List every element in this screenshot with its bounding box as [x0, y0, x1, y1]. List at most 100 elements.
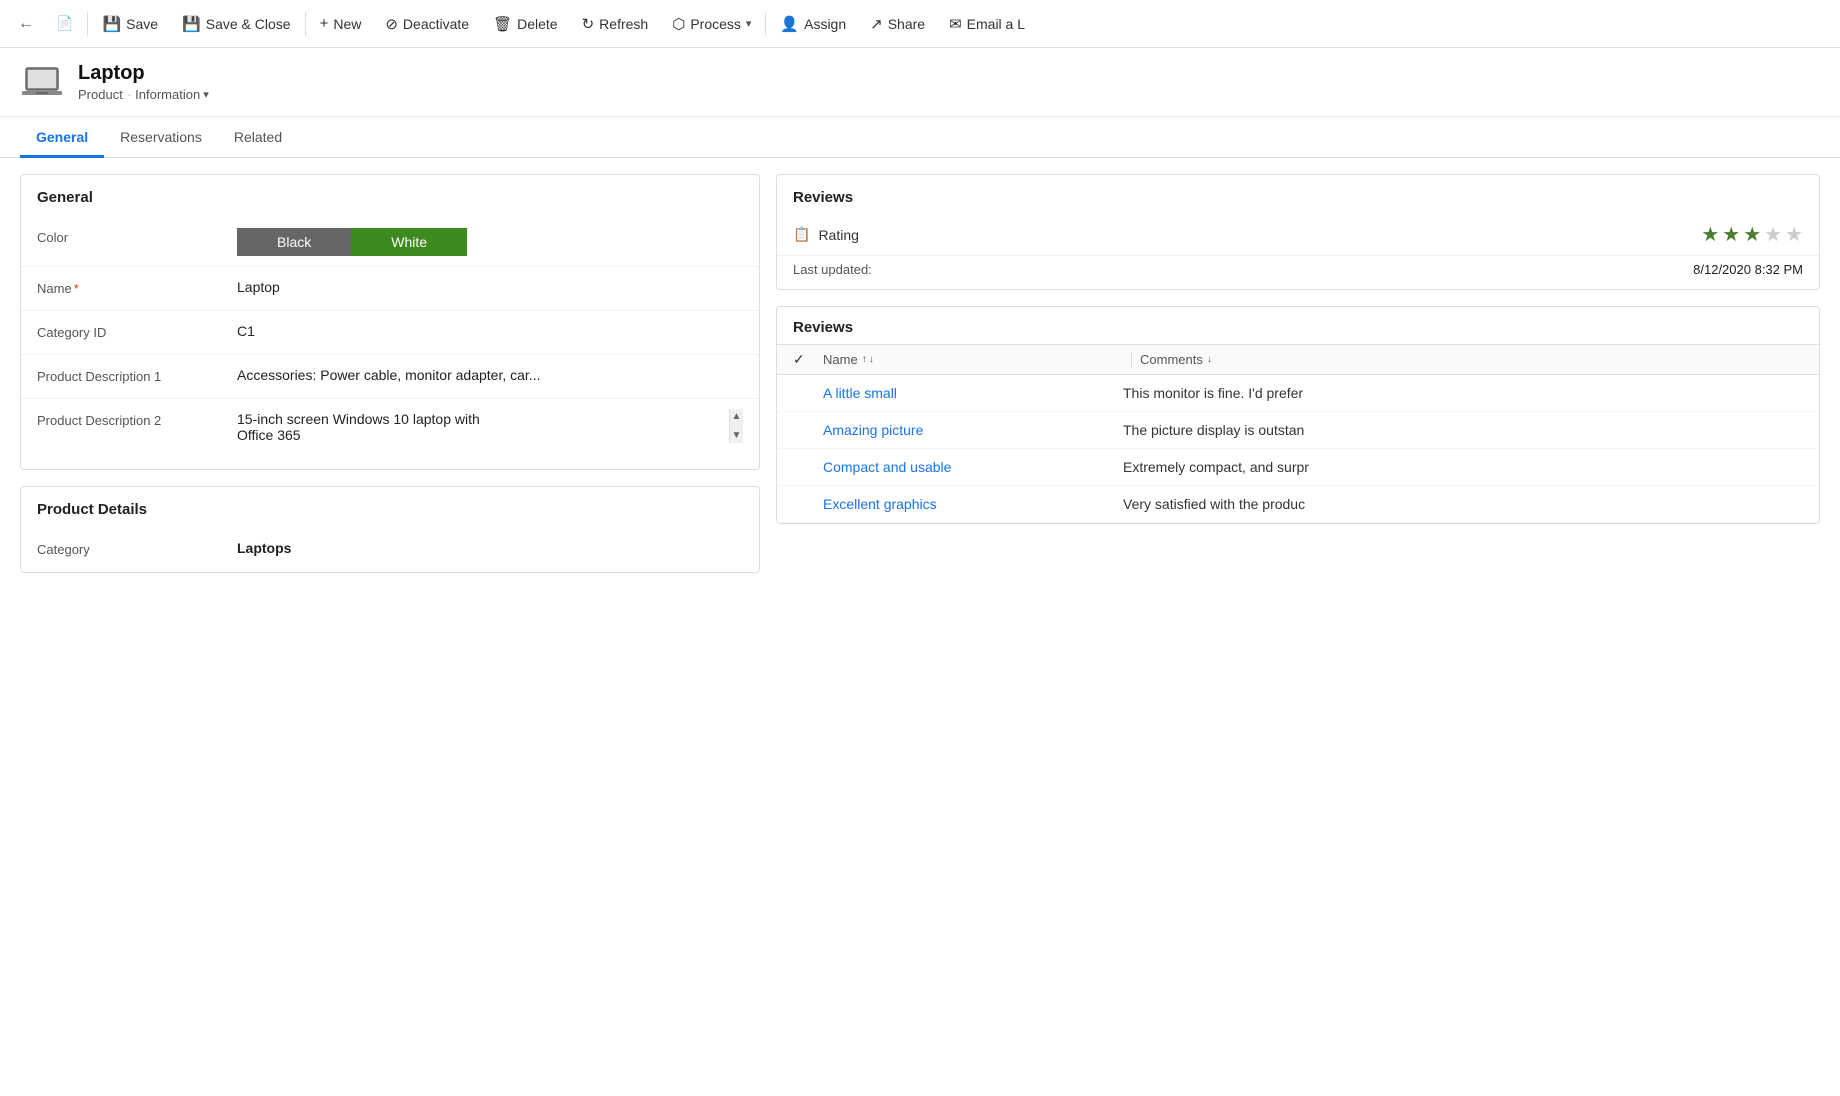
table-row: Amazing picture The picture display is o…	[777, 412, 1819, 449]
email-button[interactable]: ✉ Email a L	[937, 0, 1037, 47]
delete-button[interactable]: 🗑 Delete	[481, 0, 570, 47]
assign-icon: 👤	[780, 15, 799, 33]
category-id-field-row: Category ID C1	[21, 311, 759, 355]
updated-row: Last updated: 8/12/2020 8:32 PM	[777, 255, 1819, 289]
breadcrumb-separator: ·	[127, 87, 131, 102]
row3-comments: Extremely compact, and surpr	[1123, 459, 1803, 475]
product-desc1-field-row: Product Description 1 Accessories: Power…	[21, 355, 759, 399]
row3-name-link[interactable]: Compact and usable	[823, 459, 951, 475]
assign-label: Assign	[804, 16, 846, 32]
delete-icon: 🗑	[493, 15, 512, 33]
reviews-table-card: Reviews ✓ Name ↑ ↓ Comments ↓	[776, 306, 1820, 524]
share-icon: ↗	[870, 15, 883, 33]
new-label: New	[333, 16, 361, 32]
scroll-up-arrow-icon[interactable]: ▲	[730, 409, 743, 424]
document-icon: 📄	[56, 15, 73, 32]
category-value: Laptops	[237, 538, 743, 556]
th-comments: Comments ↓	[1140, 352, 1803, 367]
refresh-label: Refresh	[599, 16, 648, 32]
back-button[interactable]: ←	[8, 6, 44, 42]
reviews-table-title: Reviews	[777, 307, 1819, 344]
save-label: Save	[126, 16, 158, 32]
product-details-card: Product Details Category Laptops	[20, 486, 760, 573]
star-5-icon: ★	[1785, 222, 1803, 247]
scroll-down-arrow-icon[interactable]: ▼	[730, 428, 743, 443]
row4-comments: Very satisfied with the produc	[1123, 496, 1803, 512]
rating-label: 📋 Rating	[793, 226, 859, 243]
table-row: Excellent graphics Very satisfied with t…	[777, 486, 1819, 523]
star-3-icon: ★	[1743, 222, 1761, 247]
main-content: General Color Black White Name* Laptop	[0, 158, 1840, 1094]
row4-name-link[interactable]: Excellent graphics	[823, 496, 937, 512]
th-comments-label: Comments	[1140, 352, 1203, 367]
star-4-icon: ★	[1764, 222, 1782, 247]
process-chevron-icon: ▾	[746, 17, 752, 30]
assign-button[interactable]: 👤 Assign	[768, 0, 858, 47]
document-icon-button[interactable]: 📄	[44, 0, 85, 47]
deactivate-icon: ⊘	[385, 15, 398, 33]
breadcrumb-info-label: Information	[135, 87, 200, 102]
star-1-icon: ★	[1701, 222, 1719, 247]
save-close-icon: 💾	[182, 15, 201, 33]
general-card-title: General	[21, 175, 759, 216]
entity-title: Laptop	[78, 62, 209, 85]
color-white-button[interactable]: White	[351, 228, 467, 256]
tab-reservations[interactable]: Reservations	[104, 117, 218, 158]
comments-sort-desc-icon[interactable]: ↓	[1207, 354, 1212, 365]
save-close-button[interactable]: 💾 Save & Close	[170, 0, 303, 47]
tab-general[interactable]: General	[20, 117, 104, 158]
tabs-container: General Reservations Related	[0, 117, 1840, 158]
sort-asc-icon[interactable]: ↑	[862, 354, 867, 365]
product-desc2-label: Product Description 2	[37, 409, 237, 428]
reviews-summary-header: Reviews	[777, 175, 1819, 214]
share-button[interactable]: ↗ Share	[858, 0, 937, 47]
row2-name: Amazing picture	[823, 422, 1123, 438]
row2-comments: The picture display is outstan	[1123, 422, 1803, 438]
save-button[interactable]: 💾 Save	[90, 0, 170, 47]
deactivate-button[interactable]: ⊘ Deactivate	[373, 0, 481, 47]
product-desc2-field-row: Product Description 2 15-inch screen Win…	[21, 399, 759, 469]
color-value: Black White	[237, 226, 743, 256]
refresh-button[interactable]: ↻ Refresh	[570, 0, 661, 47]
category-id-value: C1	[237, 321, 743, 339]
row1-name: A little small	[823, 385, 1123, 401]
toolbar: ← 📄 💾 Save 💾 Save & Close + New ⊘ Deacti…	[0, 0, 1840, 48]
product-desc1-label: Product Description 1	[37, 365, 237, 384]
divider-2	[305, 12, 306, 36]
new-button[interactable]: + New	[308, 0, 374, 47]
th-name: Name ↑ ↓	[823, 352, 1123, 367]
row1-name-link[interactable]: A little small	[823, 385, 897, 401]
process-button[interactable]: ⬡ Process ▾	[660, 0, 763, 47]
category-field-row: Category Laptops	[21, 528, 759, 572]
divider-3	[765, 12, 766, 36]
name-field-row: Name* Laptop	[21, 267, 759, 311]
scrollbar[interactable]: ▲ ▼	[729, 409, 743, 443]
tab-related[interactable]: Related	[218, 117, 298, 158]
name-value[interactable]: Laptop	[237, 277, 743, 295]
last-updated-label: Last updated:	[793, 262, 872, 277]
left-panel: General Color Black White Name* Laptop	[20, 174, 760, 1078]
color-black-button[interactable]: Black	[237, 228, 351, 256]
product-desc2-value: 15-inch screen Windows 10 laptop withOff…	[237, 409, 743, 443]
save-close-label: Save & Close	[206, 16, 291, 32]
deactivate-label: Deactivate	[403, 16, 469, 32]
process-icon: ⬡	[672, 15, 685, 33]
column-separator	[1131, 352, 1132, 368]
category-id-label: Category ID	[37, 321, 237, 340]
save-icon: 💾	[102, 15, 121, 33]
row3-name: Compact and usable	[823, 459, 1123, 475]
row2-name-link[interactable]: Amazing picture	[823, 422, 923, 438]
color-label: Color	[37, 226, 237, 245]
sort-desc-icon[interactable]: ↓	[869, 354, 874, 365]
rating-row: 📋 Rating ★ ★ ★ ★ ★	[777, 214, 1819, 255]
product-details-title: Product Details	[21, 487, 759, 528]
product-desc1-value: Accessories: Power cable, monitor adapte…	[237, 365, 743, 383]
share-label: Share	[888, 16, 925, 32]
breadcrumb-info-dropdown[interactable]: Information ▾	[135, 87, 209, 102]
breadcrumb-product: Product	[78, 87, 123, 102]
th-check: ✓	[793, 351, 823, 368]
rating-text: Rating	[818, 227, 858, 243]
entity-header: Laptop Product · Information ▾	[0, 48, 1840, 117]
table-row: A little small This monitor is fine. I'd…	[777, 375, 1819, 412]
rating-icon: 📋	[793, 226, 810, 243]
